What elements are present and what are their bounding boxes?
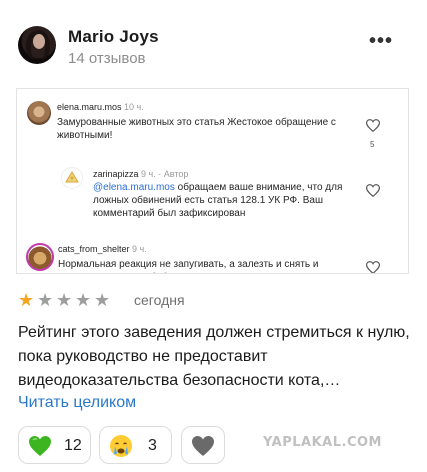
crying-face-icon xyxy=(109,434,133,458)
avatar-face xyxy=(33,34,45,49)
comment-time: 9 ч. · Автор xyxy=(141,169,189,179)
more-options-icon[interactable]: ••• xyxy=(369,30,393,53)
comment-mention[interactable]: @elena.maru.mos xyxy=(93,182,175,193)
star-icon: ★ xyxy=(94,290,111,310)
comment-username-text: zarinapizza xyxy=(93,169,139,179)
heart-icon xyxy=(191,434,215,458)
comment-text: Замурованные животных это статья Жестоко… xyxy=(57,117,336,141)
review-date: сегодня xyxy=(134,292,185,308)
reaction-heart-button[interactable] xyxy=(181,426,225,464)
comment-username-text: elena.maru.mos xyxy=(57,102,122,112)
embedded-screenshot: elena.maru.mos 10 ч. Замурованные животн… xyxy=(16,88,409,274)
comment-time: 9 ч. xyxy=(132,244,147,254)
comment-username: zarinapizza 9 ч. · Автор xyxy=(93,169,188,179)
star-icon: ★ xyxy=(37,290,54,310)
like-count: 5 xyxy=(370,140,375,149)
star-icon: ★ xyxy=(75,290,92,310)
review-rating: ★ ★ ★ ★ ★ сегодня xyxy=(18,290,318,310)
star-icon: ★ xyxy=(56,290,73,310)
reaction-count: 12 xyxy=(64,437,82,454)
reaction-count: 3 xyxy=(148,437,157,454)
commenter-avatar xyxy=(27,101,51,125)
reaction-crying-button[interactable]: 3 xyxy=(99,426,172,464)
comment-text: @elena.maru.mos обращаем ваше внимание, … xyxy=(93,181,355,220)
like-heart-icon[interactable] xyxy=(366,184,380,197)
comment-username-text: cats_from_shelter xyxy=(58,244,130,254)
commenter-avatar xyxy=(26,243,54,271)
comment-username: cats_from_shelter 9 ч. xyxy=(58,244,147,254)
author-name[interactable]: Mario Joys xyxy=(68,27,159,47)
site-watermark: YAPLAKAL.COM xyxy=(263,435,382,450)
star-icon: ★ xyxy=(18,290,35,310)
author-avatar[interactable] xyxy=(18,26,56,64)
pizza-logo-icon xyxy=(65,171,79,183)
read-more-link[interactable]: Читать целиком xyxy=(18,394,136,412)
comment-username: elena.maru.mos 10 ч. xyxy=(57,102,144,112)
review-text: Рейтинг этого заведения должен стремитьс… xyxy=(18,324,410,389)
commenter-avatar xyxy=(61,167,83,189)
comment-time: 10 ч. xyxy=(124,102,144,112)
review-header: Mario Joys 14 отзывов ••• xyxy=(18,26,413,74)
green-heart-icon xyxy=(28,434,52,458)
like-heart-icon[interactable] xyxy=(366,261,380,273)
reaction-green-heart-button[interactable]: 12 xyxy=(18,426,91,464)
author-review-count: 14 отзывов xyxy=(68,50,146,67)
comment-text: Нормальная реакция не запугивать, а зале… xyxy=(58,259,319,273)
like-heart-icon[interactable] xyxy=(366,119,380,132)
